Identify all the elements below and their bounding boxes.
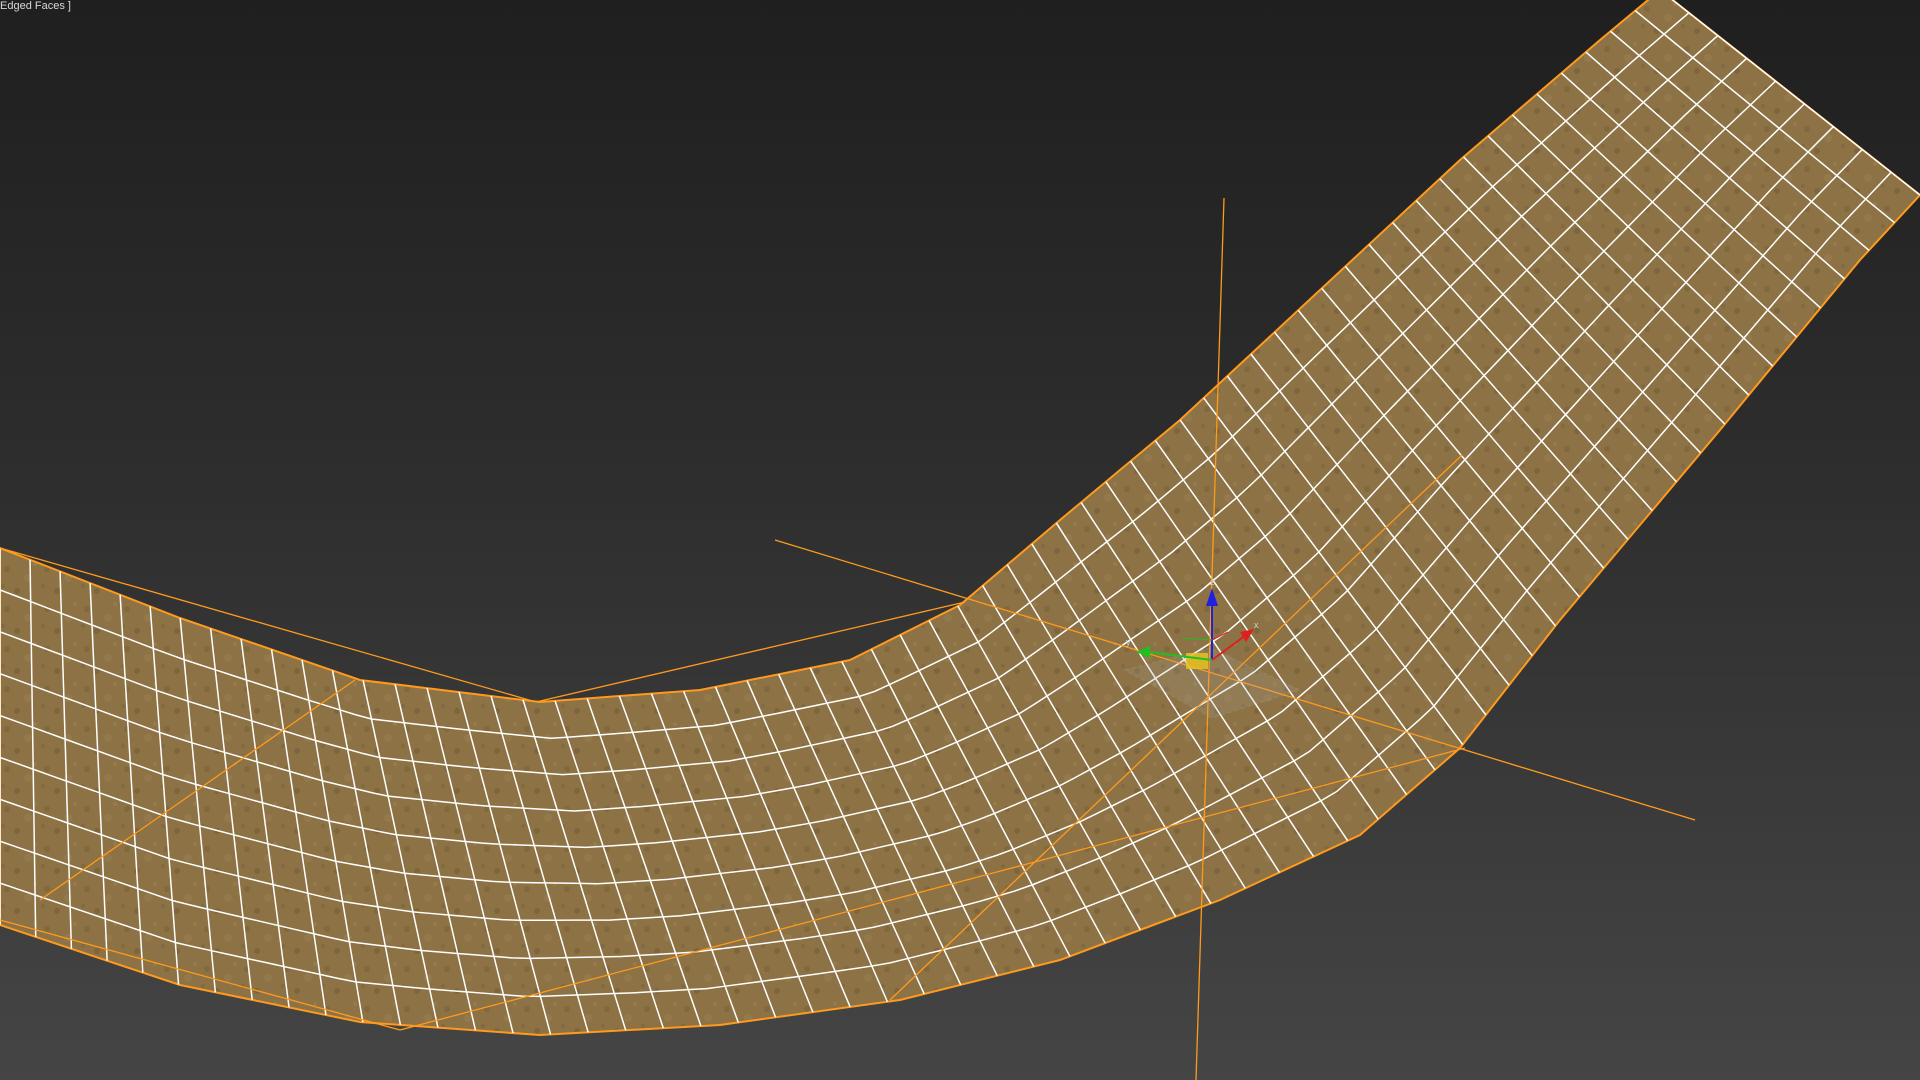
gizmo-x-label: x bbox=[1254, 620, 1259, 630]
viewport-shading-label[interactable]: Edged Faces ] bbox=[0, 0, 71, 12]
gizmo-z-label: z bbox=[1210, 577, 1215, 587]
scene-canvas[interactable]: z x y bbox=[0, 0, 1920, 1080]
road-mesh[interactable] bbox=[0, 0, 1920, 1037]
perspective-viewport[interactable]: Edged Faces ] z x y bbox=[0, 0, 1920, 1080]
road-surface[interactable] bbox=[0, 0, 1920, 1037]
gizmo-y-label: y bbox=[1126, 637, 1131, 647]
gizmo-center-plane[interactable] bbox=[1186, 653, 1208, 669]
